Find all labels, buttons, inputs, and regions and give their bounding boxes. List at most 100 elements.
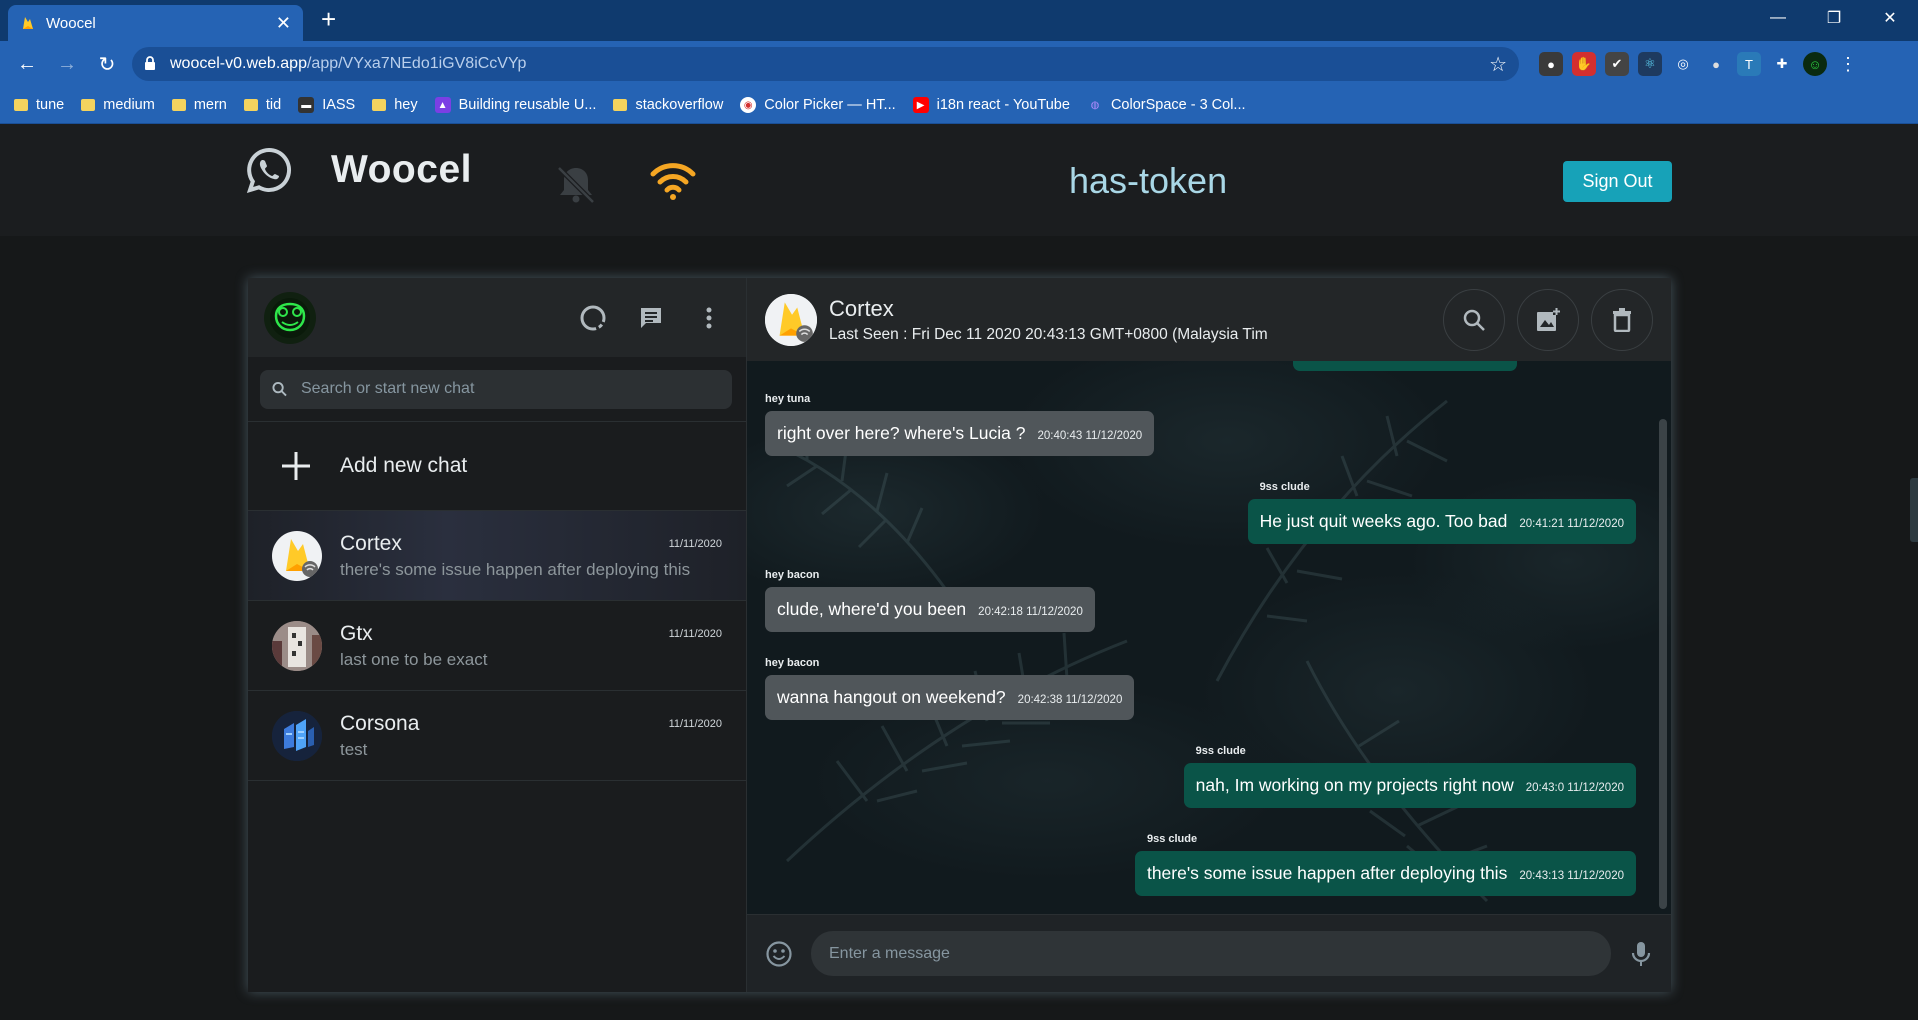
message-sender: 9ss clude	[1195, 745, 1246, 757]
message-bubble[interactable]: He just quit weeks ago. Too bad 20:41:21…	[1247, 499, 1636, 544]
youtube-icon: ▶	[912, 97, 929, 113]
bookmark-folder[interactable]: tid	[243, 97, 281, 113]
profile-avatar-icon[interactable]: ☺	[1803, 52, 1827, 76]
bookmark-label: hey	[394, 97, 418, 113]
minimize-icon[interactable]: —	[1750, 0, 1806, 36]
browser-menu-icon[interactable]: ⋮	[1836, 52, 1860, 76]
folder-icon	[243, 99, 258, 111]
message-text: clude, where'd you been	[777, 599, 967, 619]
bookmark-link[interactable]: ◉ Color Picker — HT...	[740, 97, 896, 113]
message-bubble	[1293, 361, 1517, 371]
avatar	[272, 710, 322, 761]
chat-date: 11/11/2020	[668, 717, 722, 730]
bookmark-label: tune	[36, 97, 65, 113]
folder-icon	[81, 99, 96, 111]
color-picker-icon: ◉	[740, 97, 757, 113]
extensions-puzzle-icon[interactable]: ✚	[1770, 52, 1794, 76]
react-devtools-icon[interactable]: ⚛	[1638, 52, 1662, 76]
message-bubble[interactable]: there's some issue happen after deployin…	[1134, 851, 1636, 896]
search-box	[260, 369, 732, 409]
browser-tab[interactable]: Woocel ✕	[8, 5, 303, 41]
bookmark-label: IASS	[322, 97, 356, 113]
bookmark-folder[interactable]: tune	[14, 97, 64, 113]
add-photo-icon	[1537, 307, 1560, 331]
search-icon	[1463, 309, 1485, 331]
contact-avatar[interactable]	[765, 293, 817, 346]
microphone-icon[interactable]	[1629, 940, 1653, 968]
url-bar[interactable]: woocel-v0.web.app/app/VYxa7NEdo1iGV8iCcV…	[132, 47, 1519, 81]
search-icon	[272, 381, 287, 397]
bookmark-folder[interactable]: stackoverflow	[613, 97, 723, 113]
back-icon[interactable]: ←	[10, 47, 44, 81]
scrollbar-thumb[interactable]	[1659, 419, 1667, 909]
chat-meta: Corsona 11/11/2020 test	[340, 712, 722, 760]
search-input[interactable]	[300, 380, 720, 398]
sign-out-button[interactable]: Sign Out	[1563, 161, 1672, 202]
message-outgoing: 9ss clude nah, Im working on my projects…	[1183, 745, 1636, 808]
message-list[interactable]: hey tuna right over here? where's Lucia …	[747, 361, 1671, 914]
chat-list-item-cortex[interactable]: Cortex 11/11/2020 there's some issue hap…	[248, 511, 746, 601]
my-avatar[interactable]	[264, 291, 316, 344]
add-new-chat-label: Add new chat	[340, 454, 468, 477]
bookmark-folder[interactable]: hey	[372, 97, 418, 113]
site-icon: ▬	[298, 97, 315, 113]
bookmark-folder[interactable]: medium	[81, 97, 155, 113]
url-path: /app/VYxa7NEdo1iGV8iCcVYp	[306, 55, 527, 72]
lock-icon	[144, 55, 158, 73]
chat-list-item-gtx[interactable]: Gtx 11/11/2020 last one to be exact	[248, 601, 746, 691]
message-bubble[interactable]: nah, Im working on my projects right now…	[1183, 763, 1636, 808]
firebase-icon	[765, 293, 817, 346]
bookmark-label: stackoverflow	[635, 97, 724, 113]
add-image-button[interactable]	[1517, 288, 1579, 351]
conversation-actions	[1443, 288, 1653, 351]
chat-meta: Gtx 11/11/2020 last one to be exact	[340, 622, 722, 670]
add-new-chat-button[interactable]: Add new chat	[248, 422, 746, 511]
bookmark-folder[interactable]: mern	[171, 97, 227, 113]
message-input[interactable]	[811, 931, 1611, 976]
extension-icon[interactable]: ✋	[1572, 52, 1596, 76]
forward-icon[interactable]: →	[50, 47, 84, 81]
bookmark-link[interactable]: ▶ i18n react - YouTube	[912, 97, 1070, 113]
extension-icon[interactable]: ●	[1704, 52, 1728, 76]
message-bubble[interactable]: right over here? where's Lucia ? 20:40:4…	[765, 411, 1155, 456]
delete-chat-button[interactable]	[1591, 288, 1653, 351]
extension-icon[interactable]: ◎	[1671, 52, 1695, 76]
message-time: 20:43:13 11/12/2020	[1519, 870, 1624, 882]
extension-icon[interactable]: ✔	[1605, 52, 1629, 76]
window-close-icon[interactable]: ✕	[1862, 0, 1918, 36]
avatar	[272, 530, 322, 581]
gtx-avatar-icon	[272, 620, 322, 671]
bookmark-label: ColorSpace - 3 Col...	[1110, 97, 1246, 113]
bookmarks-bar: tune medium mern tid ▬ IASS hey ▲ Building…	[0, 87, 1918, 124]
search-messages-button[interactable]	[1443, 288, 1505, 351]
status-icon[interactable]	[578, 303, 608, 333]
token-status: has-token	[1069, 160, 1228, 201]
notifications-off-icon[interactable]	[553, 164, 599, 204]
search-area	[248, 357, 746, 422]
address-bar-row: ← → ↻ woocel-v0.web.app/app/VYxa7NEdo1iG…	[0, 41, 1918, 87]
restore-icon[interactable]: ❐	[1806, 0, 1862, 36]
avatar	[272, 620, 322, 671]
side-panel-handle[interactable]	[1910, 478, 1918, 542]
message-composer	[747, 914, 1671, 992]
extension-icon[interactable]: ●	[1539, 52, 1563, 76]
new-chat-icon[interactable]	[636, 303, 666, 333]
bookmark-star-icon[interactable]: ☆	[1489, 52, 1507, 77]
message-bubble[interactable]: wanna hangout on weekend? 20:42:38 11/12…	[765, 675, 1135, 720]
firebase-icon	[23, 17, 33, 29]
new-tab-icon[interactable]: +	[321, 4, 336, 35]
sidebar: Add new chat Cortex 11/11/2020 there's s…	[248, 278, 747, 992]
contact-info: Cortex Last Seen : Fri Dec 11 2020 20:43…	[829, 296, 1268, 344]
bookmark-link[interactable]: ▬ IASS	[298, 97, 355, 113]
message-text: there's some issue happen after deployin…	[1146, 863, 1508, 883]
bookmark-link[interactable]: ▲ Building reusable U...	[434, 97, 596, 113]
bookmark-link[interactable]: ◍ ColorSpace - 3 Col...	[1087, 97, 1246, 113]
reload-icon[interactable]: ↻	[90, 47, 124, 81]
more-menu-icon[interactable]	[694, 303, 724, 333]
chat-list-item-corsona[interactable]: Corsona 11/11/2020 test	[248, 691, 746, 781]
extension-icon[interactable]: T	[1737, 52, 1761, 76]
message-incoming: hey bacon clude, where'd you been 20:42:…	[765, 569, 1095, 632]
message-bubble[interactable]: clude, where'd you been 20:42:18 11/12/2…	[765, 587, 1095, 632]
emoji-icon[interactable]	[765, 940, 793, 968]
tab-close-icon[interactable]: ✕	[276, 13, 291, 34]
